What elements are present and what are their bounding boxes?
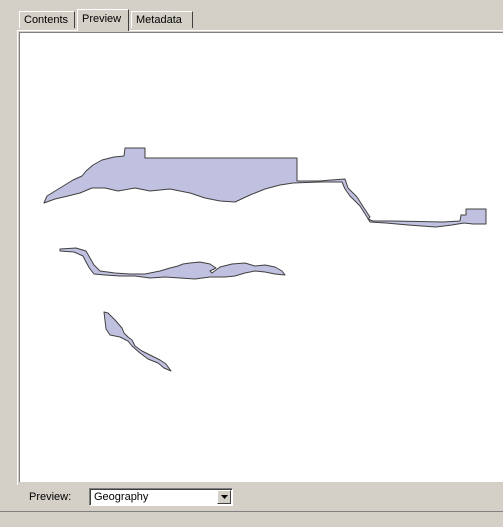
status-bar (0, 511, 503, 527)
map-feature-lower (103, 311, 172, 372)
geography-preview-map (43, 147, 487, 372)
dropdown-button[interactable] (217, 490, 231, 504)
map-canvas[interactable] (19, 32, 503, 482)
tab-metadata[interactable]: Metadata (131, 11, 193, 28)
tab-preview[interactable]: Preview (77, 9, 129, 31)
preview-type-select[interactable]: Geography (89, 488, 233, 506)
preview-bar: Preview: Geography (17, 485, 503, 509)
tab-bar: Contents Preview Metadata (0, 0, 503, 31)
preview-label: Preview: (29, 491, 72, 503)
preview-type-value: Geography (94, 491, 149, 503)
chevron-down-icon (221, 495, 228, 499)
map-feature-upper (43, 147, 487, 228)
tab-contents[interactable]: Contents (19, 11, 75, 28)
map-feature-middle (59, 247, 286, 280)
